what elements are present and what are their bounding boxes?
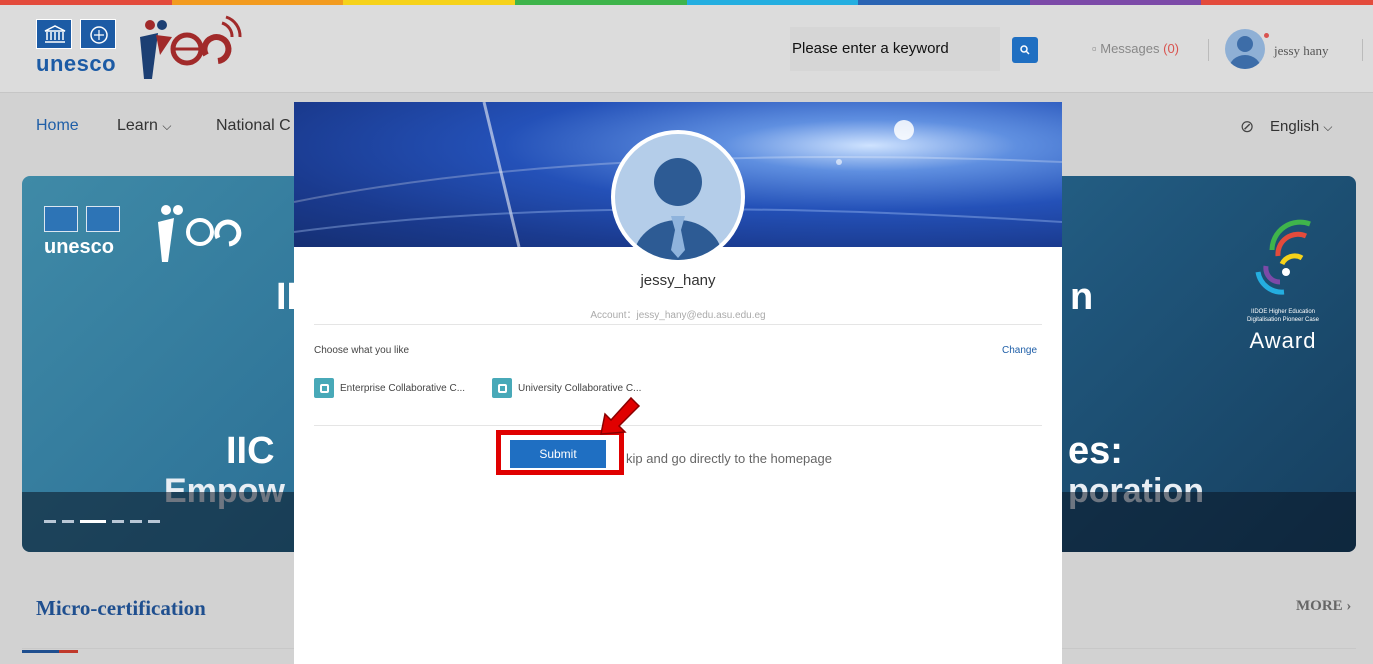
pointer-arrow-icon [600,396,641,435]
ioe-logo-icon [140,15,242,79]
search-input[interactable]: Please enter a keyword [790,27,1000,71]
search-icon [1020,45,1030,55]
site-header: unesco Please enter a keyword ▫ Messages… [0,5,1373,92]
banner-dot[interactable] [148,520,160,523]
messages-link[interactable]: ▫ Messages (0) [1092,41,1179,56]
award-caption: IIDOE Higher Education Digitalisation Pi… [1246,309,1320,323]
submit-highlight-box [496,430,624,475]
nav-item-learn-label: Learn [117,117,158,134]
interest-tag-label: University Collaborative C... [518,382,642,394]
globe-icon[interactable]: ⊘ [1240,117,1254,137]
banner-headline-2-right: es: [1068,430,1123,472]
unesco-ioe-logo[interactable]: unesco [36,15,242,85]
profile-account: Account：jessy_hany@edu.asu.edu.eg [590,310,766,321]
more-link[interactable]: MORE › [1296,598,1351,615]
award-signal-icon [1255,219,1311,295]
banner-institute-emblem-icon [86,206,120,232]
institute-emblem-icon [80,19,116,49]
banner-unesco-wordmark: unesco [44,236,115,258]
unesco-wordmark: unesco [36,51,117,76]
interest-tag-label: Enterprise Collaborative C... [340,382,466,394]
profile-name: jessy_hany [640,272,716,289]
banner-ioe-logo-icon [158,205,242,262]
banner-headline-2-left: IIC [226,430,275,472]
nav-item-home[interactable]: Home [36,117,79,135]
chevron-down-icon: ⌵ [162,119,172,133]
choose-label: Choose what you like [314,345,410,356]
nav-item-learn[interactable]: Learn ⌵ [117,117,171,135]
unesco-emblem-icon [36,19,72,49]
chevron-down-icon: ⌵ [1323,120,1333,134]
banner-headline-1-right: n [1070,276,1094,318]
section-title-underline [22,650,79,653]
language-selector[interactable]: English ⌵ [1270,118,1332,135]
tag-icon [314,378,334,398]
user-avatar-icon [1229,36,1261,69]
award-badge: IIDOE Higher Education Digitalisation Pi… [1218,216,1348,356]
search-button[interactable] [1012,37,1038,63]
banner-dot[interactable] [130,520,142,523]
banner-dot[interactable] [44,520,56,523]
tag-icon [492,378,512,398]
banner-dot-active[interactable] [80,520,106,523]
profile-avatar [611,130,745,264]
banner-dot[interactable] [112,520,124,523]
modal-divider [314,425,1042,426]
header-divider [1208,39,1209,61]
user-avatar[interactable] [1225,29,1265,69]
section-title: Micro-certification [36,596,206,620]
skip-link[interactable]: kip and go directly to the homepage [626,451,832,466]
messages-label: Messages [1100,41,1160,56]
header-divider-right [1362,39,1363,61]
search-bar: Please enter a keyword [790,27,1048,71]
interest-selection-modal: jessy_hany Account：jessy_hany@edu.asu.ed… [294,102,1062,664]
messages-count: (0) [1163,41,1179,56]
language-label: English [1270,118,1320,135]
interest-tag-enterprise[interactable]: Enterprise Collaborative C... [314,377,465,399]
header-username[interactable]: jessy hany [1274,43,1329,59]
notification-dot [1264,33,1269,38]
nav-item-national[interactable]: National C [216,117,291,135]
message-icon: ▫ [1092,41,1097,56]
user-avatar-icon [633,158,723,260]
banner-unesco-emblem-icon [44,206,78,232]
modal-divider [314,324,1042,325]
award-title: Award [1249,328,1317,353]
banner-dot[interactable] [62,520,74,523]
banner-pagination[interactable] [44,520,160,523]
change-link[interactable]: Change [1002,345,1037,356]
